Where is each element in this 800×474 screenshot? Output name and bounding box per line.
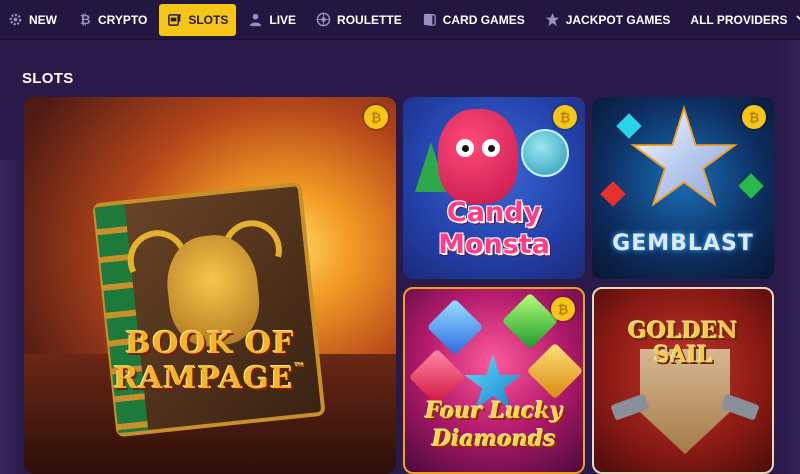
bitcoin-badge-icon: ₿ xyxy=(551,297,575,321)
bitcoin-badge-icon: ₿ xyxy=(742,105,766,129)
providers-label: ALL PROVIDERS xyxy=(690,12,788,27)
tab-new[interactable]: NEW xyxy=(0,4,65,36)
diamond-artwork xyxy=(526,342,583,400)
title-line-1: GOLDEN xyxy=(628,318,738,344)
game-name: BOOK OF RAMPAGE xyxy=(113,326,295,396)
star-icon xyxy=(545,12,560,27)
gem-artwork xyxy=(616,113,642,139)
tab-jackpot-games[interactable]: JACKPOT GAMES xyxy=(537,4,679,36)
trademark: ™ xyxy=(293,361,307,375)
chevron-down-icon xyxy=(795,13,800,26)
cannon-artwork-left xyxy=(610,393,650,421)
game-tile-book-of-rampage[interactable]: BOOK OF RAMPAGE™ ₿ xyxy=(24,97,396,474)
tab-crypto[interactable]: ₿ CRYPTO xyxy=(69,4,155,36)
tab-slots[interactable]: SLOTS xyxy=(159,3,237,36)
game-tile-golden-sail[interactable]: GOLDEN SAIL xyxy=(592,287,774,474)
game-title-golden-sail: GOLDEN SAIL xyxy=(594,319,772,367)
section-title: SLOTS xyxy=(22,70,74,87)
title-line-1: Candy xyxy=(446,197,542,228)
game-title-gemblast: GEMBLAST xyxy=(612,231,754,256)
tab-roulette[interactable]: ROULETTE xyxy=(308,4,410,36)
tab-slots-label: SLOTS xyxy=(188,12,229,27)
diamond-artwork xyxy=(501,292,559,350)
game-tile-gemblast[interactable]: GEMBLAST ₿ xyxy=(592,97,774,279)
svg-text:₿: ₿ xyxy=(80,13,91,27)
game-tile-candy-monsta[interactable]: Candy Monsta ₿ xyxy=(403,97,585,279)
cannon-artwork-right xyxy=(720,393,760,421)
tab-crypto-label: CRYPTO xyxy=(98,12,148,27)
tab-live-label: LIVE xyxy=(269,12,297,27)
title-line-1: Four Lucky xyxy=(425,398,563,424)
tab-roulette-label: ROULETTE xyxy=(337,12,402,27)
title-line-2: Monsta xyxy=(438,229,550,260)
slot-machine-icon xyxy=(167,12,182,27)
bitcoin-badge-icon: ₿ xyxy=(364,105,388,129)
tab-card-games-label: CARD GAMES xyxy=(442,12,525,27)
tab-new-label: NEW xyxy=(29,12,57,27)
tab-live[interactable]: LIVE xyxy=(240,4,304,36)
monster-eye-right xyxy=(482,139,500,157)
left-edge-decoration xyxy=(0,160,22,474)
bitcoin-badge-icon: ₿ xyxy=(553,105,577,129)
book-artwork xyxy=(92,181,326,438)
tab-card-games[interactable]: CARD GAMES xyxy=(414,4,533,36)
game-title-four-lucky-diamonds: Four Lucky Diamonds xyxy=(405,397,583,453)
gear-icon xyxy=(8,12,23,27)
all-providers-dropdown[interactable]: ALL PROVIDERS xyxy=(682,4,800,36)
gem-artwork xyxy=(738,173,764,199)
tab-jackpot-games-label: JACKPOT GAMES xyxy=(565,12,671,27)
game-tile-four-lucky-diamonds[interactable]: Four Lucky Diamonds ₿ xyxy=(403,287,585,474)
title-line-2: Diamonds xyxy=(432,426,556,452)
right-edge-decoration xyxy=(776,40,800,474)
roulette-icon xyxy=(316,12,331,27)
game-title-book-of-rampage: BOOK OF RAMPAGE™ xyxy=(24,326,396,396)
title-line-2: SAIL xyxy=(653,342,713,368)
diamond-artwork xyxy=(426,298,484,356)
bitcoin-icon: ₿ xyxy=(77,12,92,27)
dealer-icon xyxy=(248,12,263,27)
monster-artwork xyxy=(438,109,518,204)
monster-eye-left xyxy=(456,139,474,157)
gem-artwork xyxy=(600,181,626,207)
game-title-candy-monsta: Candy Monsta xyxy=(403,197,585,261)
cards-icon xyxy=(422,12,437,27)
ornament-artwork xyxy=(521,129,569,177)
category-nav: NEW ₿ CRYPTO SLOTS LIVE ROULETTE CARD GA… xyxy=(0,0,800,40)
star-artwork xyxy=(636,111,732,202)
